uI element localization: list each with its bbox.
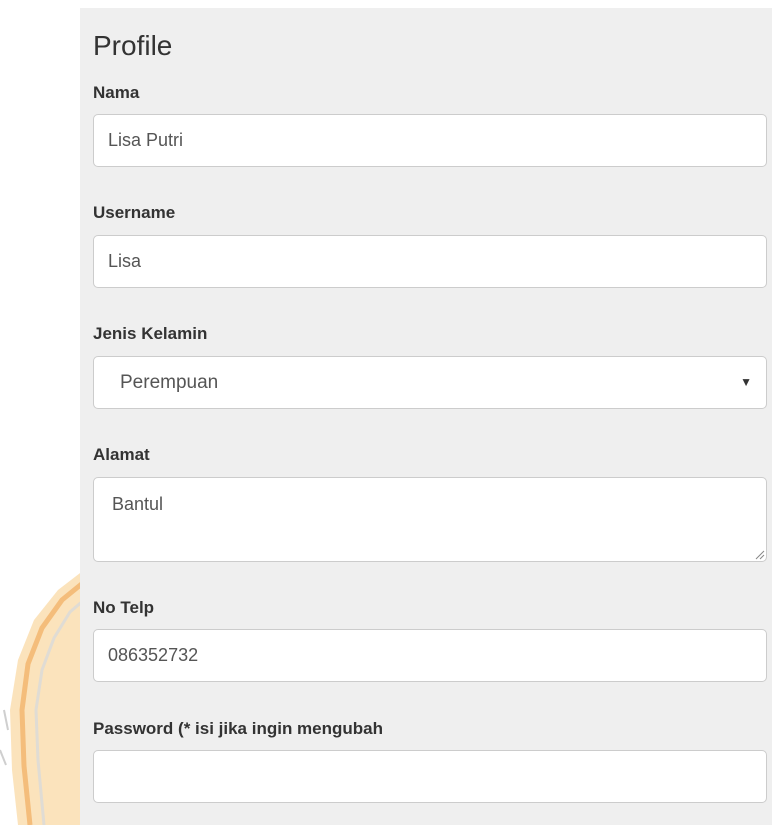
username-input[interactable] bbox=[93, 235, 767, 288]
no-telp-input[interactable] bbox=[93, 629, 767, 682]
nama-label: Nama bbox=[93, 83, 140, 102]
page: Profile Nama Username Jenis Kelamin Pere… bbox=[0, 0, 772, 825]
resize-grip-icon[interactable] bbox=[753, 548, 765, 560]
university-logo-watermark bbox=[0, 570, 84, 825]
alamat-label: Alamat bbox=[93, 445, 150, 464]
password-label: Password (* isi jika ingin mengubah bbox=[93, 719, 384, 738]
chevron-down-icon: ▼ bbox=[740, 375, 752, 389]
jenis-kelamin-select[interactable]: Perempuan ▼ bbox=[93, 356, 767, 409]
jenis-kelamin-selected-value: Perempuan bbox=[120, 372, 219, 393]
profile-form-panel: Profile Nama Username Jenis Kelamin Pere… bbox=[80, 8, 772, 825]
jenis-kelamin-label: Jenis Kelamin bbox=[93, 324, 208, 343]
username-label: Username bbox=[93, 203, 176, 222]
nama-input[interactable] bbox=[93, 114, 767, 167]
page-title: Profile bbox=[93, 30, 173, 61]
password-input[interactable] bbox=[93, 750, 767, 803]
no-telp-label: No Telp bbox=[93, 598, 155, 617]
alamat-value: Bantul bbox=[112, 494, 164, 514]
alamat-textarea[interactable]: Bantul bbox=[93, 477, 767, 562]
